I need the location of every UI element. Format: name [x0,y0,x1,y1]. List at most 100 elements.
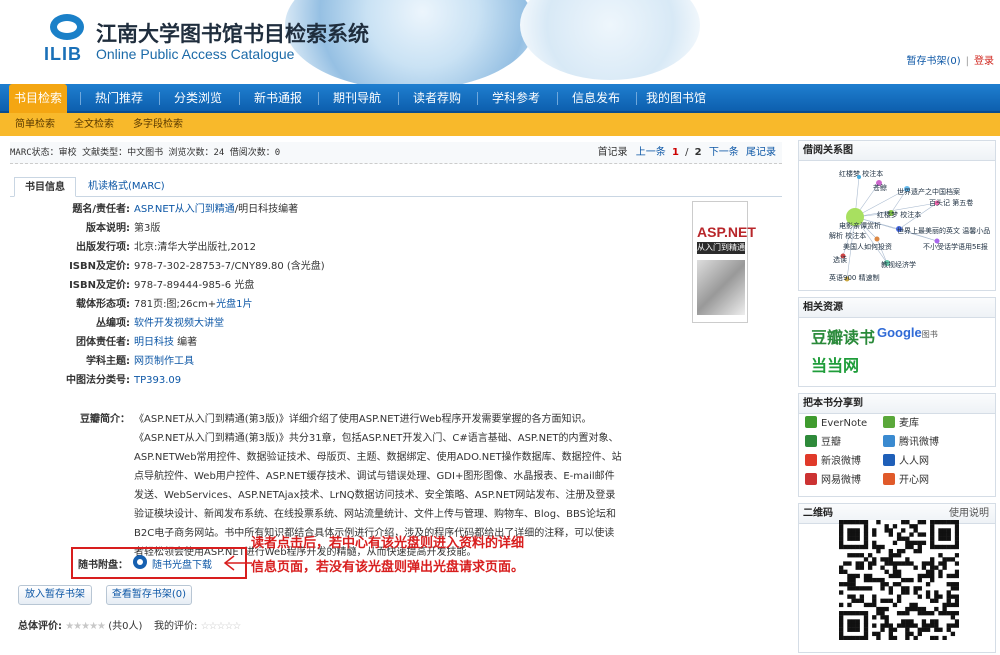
clc-link[interactable]: TP393.09 [134,371,181,390]
sina-weibo-icon [805,454,817,466]
publish-label: 出版发行项: [76,242,130,253]
share-label: 麦库 [899,418,919,429]
nav-item-hot[interactable]: 热门推荐 [95,84,143,113]
annotation-text: 读者点击后，若中心有该光盘则进入资料的详细 信息页面，若没有该光盘则弹出光盘请求… [251,532,524,580]
overall-rating: 总体评价: ★★★★★ (共0人) [18,617,142,632]
corp-link[interactable]: 明日科技 [134,337,174,348]
borrow-relation-graph[interactable]: 红楼梦 校注本 苍鲸 世界遗产之中国档案 百头记 第五卷 红楼梦 校注本 电影亲… [799,161,995,289]
header: ILIB 江南大学图书馆书目检索系统 Online Public Access … [0,0,1000,84]
add-shelf-button[interactable]: 放入暂存书架 [18,585,92,605]
graph-node-label[interactable]: 教视经济学 [881,260,916,270]
overall-rating-label: 总体评价: [18,621,62,632]
graph-node-label[interactable]: 世界遗产之中国档案 [897,187,960,197]
share-label: EverNote [821,418,868,429]
nav-separator [557,92,558,105]
douban-books-link[interactable]: 豆瓣读书 [811,324,875,348]
edition-label: 版本说明: [86,223,130,234]
nav-item-newbooks[interactable]: 新书通报 [254,84,302,113]
graph-node-label[interactable]: 英语900 精速制 [829,273,880,283]
nav-separator [398,92,399,105]
netease-weibo-icon [805,473,817,485]
share-label: 开心网 [899,475,929,486]
isbn1-label: ISBN及定价: [69,261,130,272]
share-sina-weibo[interactable]: 新浪微博 [805,454,861,470]
share-tencent-weibo[interactable]: 腾讯微博 [883,435,939,451]
nav-item-news[interactable]: 信息发布 [572,84,620,113]
subnav-multifield[interactable]: 多字段检索 [133,113,183,136]
disc-icon [133,555,147,569]
next-record[interactable]: 下一条 [709,147,739,158]
share-label: 腾讯微博 [899,437,939,448]
graph-node-label[interactable]: 红楼梦 校注本 [839,169,883,179]
share-evernote[interactable]: EverNote [805,416,867,432]
subnav-fulltext[interactable]: 全文检索 [74,113,114,136]
total-records: 2 [694,147,702,158]
tab-book-info[interactable]: 书目信息 [14,177,76,197]
share-maiku[interactable]: 麦库 [883,416,919,432]
login-link[interactable]: 登录 [974,56,994,67]
cover-image [697,260,745,315]
evernote-icon [805,416,817,428]
nav-item-search[interactable]: 书目检索 [9,84,67,113]
graph-node-label[interactable]: 选读 [833,255,847,265]
share-kaixin[interactable]: 开心网 [883,473,929,489]
graph-node-label[interactable]: 苍鲸 [873,183,887,193]
corp-value: 明日科技 编著 [134,333,197,352]
publish-value: 北京:清华大学出版社,2012 [134,242,256,253]
subject-link[interactable]: 网页制作工具 [134,352,194,371]
share-label: 网易微博 [821,475,861,486]
graph-node-label[interactable]: 电影亲谭赏析 [839,221,881,231]
carrier-disc-link[interactable]: 光盘1片 [216,299,252,310]
nav-item-journals[interactable]: 期刊导航 [333,84,381,113]
annotation-line-2: 信息页面，若没有该光盘则弹出光盘请求页面。 [251,560,525,575]
subnav-simple[interactable]: 简单检索 [15,113,55,136]
main-nav: 书目检索 热门推荐 分类浏览 新书通报 期刊导航 读者荐购 学科参考 信息发布 … [0,84,1000,113]
my-rating-stars-icon[interactable]: ☆☆☆☆☆ [201,621,242,632]
carrier-label: 载体形态项: [76,299,130,310]
annotation-line-1: 读者点击后，若中心有该光盘则进入资料的详细 [251,536,525,551]
qr-code-image [839,520,960,641]
logo-text: ILIB [44,44,82,64]
nav-item-mylib[interactable]: 我的图书馆 [646,84,706,113]
graph-node-label[interactable]: 世界上最美丽的英文 温馨小品 [897,226,990,236]
graph-node-label[interactable]: 不小受话学语用5E报 [923,242,988,252]
share-title: 把本书分享到 [799,394,995,414]
first-record[interactable]: 首记录 [598,147,628,158]
top-links: 暂存书架(0) | 登录 [906,52,994,67]
site-subtitle: Online Public Access Catalogue [96,46,295,62]
nav-item-browse[interactable]: 分类浏览 [174,84,222,113]
share-douban[interactable]: 豆瓣 [805,435,841,451]
prev-record[interactable]: 上一条 [636,147,666,158]
isbn1-value: 978-7-302-28753-7/CNY89.80 (含光盘) [134,261,325,272]
google-books-link[interactable]: Google图书 [877,325,938,340]
graph-node-label[interactable]: 美国人如何投资 [843,242,892,252]
share-renren[interactable]: 人人网 [883,454,929,470]
isbn2-label: ISBN及定价: [69,280,130,291]
maiku-icon [883,416,895,428]
douban-icon [805,435,817,447]
graph-node-label[interactable]: 解析 校注本 [829,231,866,241]
disc-download-link[interactable]: 随书光盘下载 [152,556,212,571]
graph-node-label[interactable]: 红楼梦 校注本 [877,210,921,220]
title-link[interactable]: ASP.NET从入门到精通 [134,204,235,215]
nav-separator [159,92,160,105]
last-record[interactable]: 尾记录 [746,147,776,158]
share-label: 新浪微博 [821,456,861,467]
dangdang-link[interactable]: 当当网 [811,352,859,376]
view-shelf-button[interactable]: 查看暂存书架(0) [106,585,192,605]
share-netease-weibo[interactable]: 网易微博 [805,473,861,489]
nav-separator [318,92,319,105]
tencent-weibo-icon [883,435,895,447]
book-cover[interactable]: ASP.NET 从入门到精通 [692,201,756,323]
renren-icon [883,454,895,466]
series-link[interactable]: 软件开发视频大讲堂 [134,314,224,333]
series-label: 丛编项: [96,318,130,329]
nav-item-recommend[interactable]: 读者荐购 [413,84,461,113]
nav-item-subjects[interactable]: 学科参考 [492,84,540,113]
nav-separator [477,92,478,105]
graph-node-label[interactable]: 百头记 第五卷 [929,198,973,208]
nav-separator [80,92,81,105]
tab-marc[interactable]: 机读格式(MARC) [88,177,165,197]
shelf-link[interactable]: 暂存书架(0) [906,56,960,67]
ilib-logo: ILIB [44,14,90,64]
